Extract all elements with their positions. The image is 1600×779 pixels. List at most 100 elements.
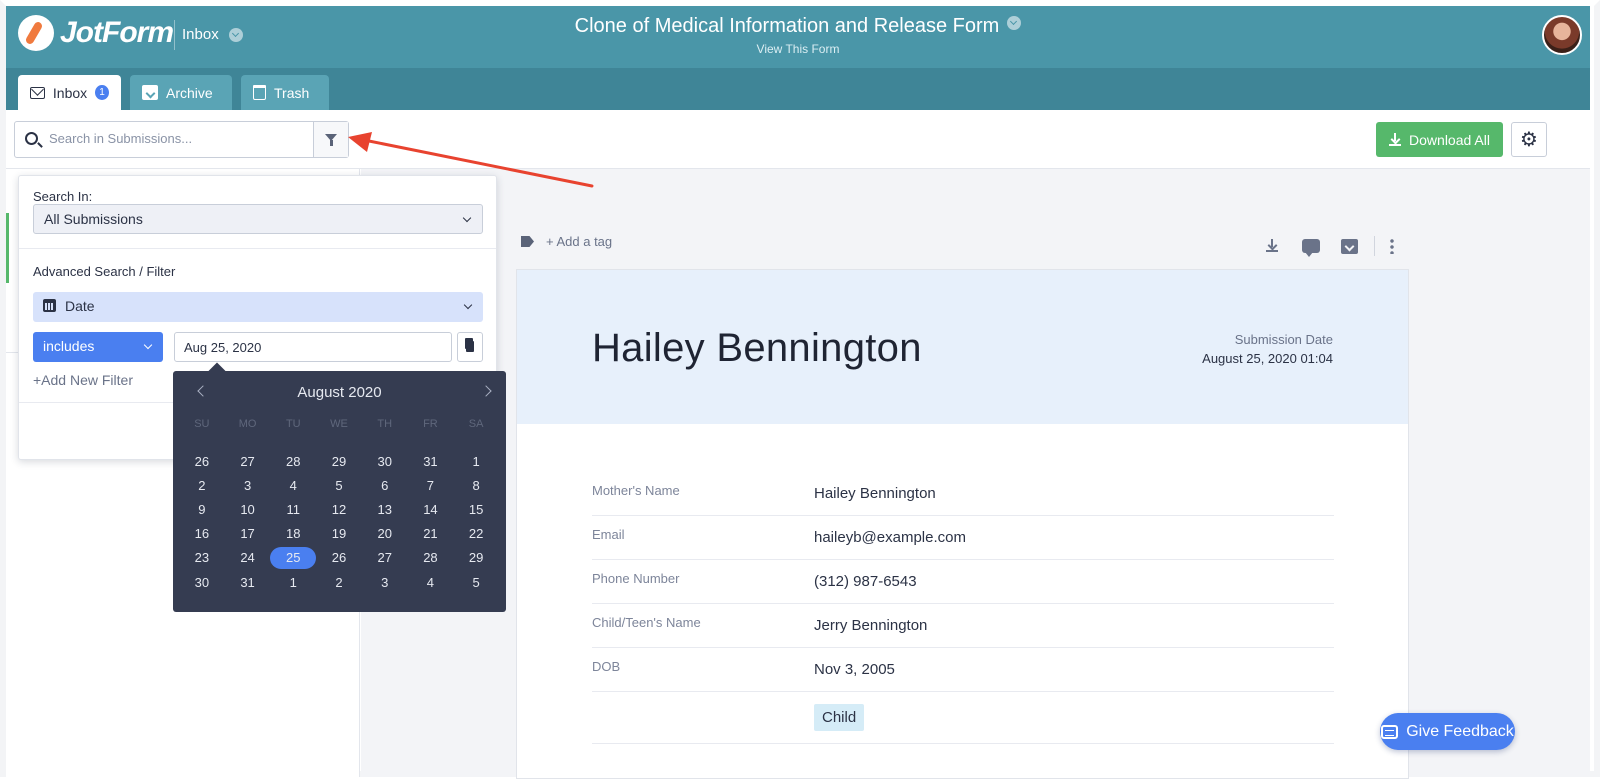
feedback-icon: [1381, 724, 1399, 739]
actions-divider: [1374, 236, 1375, 256]
calendar-day[interactable]: 8: [453, 473, 499, 497]
submission-card-header: Hailey Bennington Submission Date August…: [517, 270, 1408, 424]
calendar-day[interactable]: 24: [225, 546, 271, 570]
calendar-day[interactable]: 22: [453, 522, 499, 546]
field-value: Nov 3, 2005: [814, 661, 895, 678]
search-in-select[interactable]: All Submissions: [33, 204, 483, 234]
calendar-day[interactable]: 31: [225, 570, 271, 594]
calendar-day[interactable]: 26: [179, 449, 225, 473]
search-in-value: All Submissions: [44, 211, 143, 227]
trash-icon: [253, 85, 266, 100]
chevron-down-icon: [143, 340, 153, 350]
calendar-day[interactable]: 3: [225, 473, 271, 497]
submission-card: Hailey Bennington Submission Date August…: [516, 269, 1409, 779]
calendar-day[interactable]: 4: [408, 570, 454, 594]
calendar-day[interactable]: 3: [362, 570, 408, 594]
field-value: haileyb@example.com: [814, 529, 966, 546]
weekday-label: SA: [468, 418, 484, 430]
calendar-day[interactable]: 18: [270, 522, 316, 546]
field-value: (312) 987-6543: [814, 573, 917, 590]
calendar-day[interactable]: 13: [362, 497, 408, 521]
tab-inbox-label: Inbox: [52, 84, 88, 101]
calendar-day[interactable]: 29: [316, 449, 362, 473]
download-all-button[interactable]: Download All: [1376, 122, 1503, 157]
calendar-day[interactable]: 30: [179, 570, 225, 594]
calendar-day[interactable]: 28: [408, 546, 454, 570]
field-value: Hailey Bennington: [814, 485, 936, 502]
filter-operator-select[interactable]: includes: [33, 332, 163, 362]
avatar[interactable]: [1542, 15, 1582, 55]
top-header: JotForm Inbox Clone of Medical Informati…: [6, 6, 1590, 68]
calendar-day-selected[interactable]: 25: [270, 546, 317, 569]
calendar-day[interactable]: 1: [453, 449, 499, 473]
field-label: Mother's Name: [592, 483, 680, 498]
form-title-text: Clone of Medical Information and Release…: [574, 15, 1000, 37]
calendar-icon: [43, 299, 56, 312]
calendar-day[interactable]: 30: [362, 449, 408, 473]
calendar-day[interactable]: 19: [316, 522, 362, 546]
calendar-day[interactable]: 12: [316, 497, 362, 521]
filter-field-select[interactable]: Date: [33, 292, 483, 322]
calendar-day[interactable]: 7: [408, 473, 454, 497]
archive-icon: [142, 85, 158, 100]
calendar-day[interactable]: 23: [179, 546, 225, 570]
form-title[interactable]: Clone of Medical Information and Release…: [6, 15, 1590, 38]
calendar-day[interactable]: 28: [270, 449, 316, 473]
submission-fields: Mother's Name Hailey Bennington Email ha…: [592, 472, 1334, 744]
filter-date-input[interactable]: Aug 25, 2020: [174, 332, 452, 362]
calendar-day[interactable]: 1: [270, 570, 316, 594]
weekday-label: MO: [238, 418, 257, 430]
field-row: Email haileyb@example.com: [592, 516, 1334, 560]
tag-icon: [521, 236, 534, 247]
calendar-day[interactable]: 11: [270, 497, 316, 521]
calendar-month-label: August 2020: [297, 384, 382, 401]
more-options-icon[interactable]: [1390, 238, 1394, 254]
calendar-day[interactable]: 14: [408, 497, 454, 521]
add-tag[interactable]: + Add a tag: [521, 234, 612, 249]
settings-button[interactable]: ⚙: [1511, 122, 1547, 157]
comment-icon[interactable]: [1302, 239, 1320, 257]
search-in-label: Search In:: [33, 189, 93, 204]
calendar-day[interactable]: 5: [316, 473, 362, 497]
archive-icon[interactable]: [1341, 238, 1358, 254]
remove-filter-button[interactable]: [457, 332, 483, 362]
download-submission-button[interactable]: [1263, 237, 1281, 255]
add-new-filter-link[interactable]: +Add New Filter: [33, 372, 133, 388]
calendar-day[interactable]: 2: [316, 570, 362, 594]
calendar-day[interactable]: 10: [225, 497, 271, 521]
calendar-day[interactable]: 21: [408, 522, 454, 546]
calendar-day[interactable]: 2: [179, 473, 225, 497]
calendar-day[interactable]: 9: [179, 497, 225, 521]
field-row: Child/Teen's Name Jerry Bennington: [592, 604, 1334, 648]
unread-count-badge: 1: [95, 85, 109, 100]
calendar-day[interactable]: 17: [225, 522, 271, 546]
calendar-day[interactable]: 26: [316, 546, 362, 570]
chevron-down-icon: [1007, 16, 1022, 30]
calendar-day[interactable]: 27: [362, 546, 408, 570]
calendar-day[interactable]: 31: [408, 449, 454, 473]
calendar-day[interactable]: 4: [270, 473, 316, 497]
view-form-link[interactable]: View This Form: [6, 42, 1590, 56]
calendar-day[interactable]: 5: [453, 570, 499, 594]
weekday-label: SU: [194, 418, 210, 430]
calendar-day[interactable]: 16: [179, 522, 225, 546]
weekday-label: TU: [285, 418, 301, 430]
calendar-day[interactable]: 29: [453, 546, 499, 570]
filter-operator-value: includes: [43, 338, 95, 354]
tab-inbox[interactable]: Inbox 1: [18, 75, 121, 110]
field-label: Child/Teen's Name: [592, 615, 701, 630]
calendar-day[interactable]: 27: [225, 449, 271, 473]
field-label: Email: [592, 527, 625, 542]
give-feedback-button[interactable]: Give Feedback: [1380, 713, 1515, 750]
date-picker: August 2020 SU MO TU WE TH FR SA 26 27 28 2…: [173, 371, 506, 612]
tab-trash[interactable]: Trash: [241, 75, 329, 110]
search-input[interactable]: [49, 131, 309, 146]
tab-archive[interactable]: Archive: [130, 75, 232, 110]
mail-icon: [30, 86, 45, 99]
calendar-day[interactable]: 15: [453, 497, 499, 521]
calendar-day[interactable]: 6: [362, 473, 408, 497]
weekday-label: TH: [377, 418, 393, 430]
submitter-name: Hailey Bennington: [592, 326, 922, 370]
filter-field-value: Date: [65, 298, 95, 314]
calendar-day[interactable]: 20: [362, 522, 408, 546]
